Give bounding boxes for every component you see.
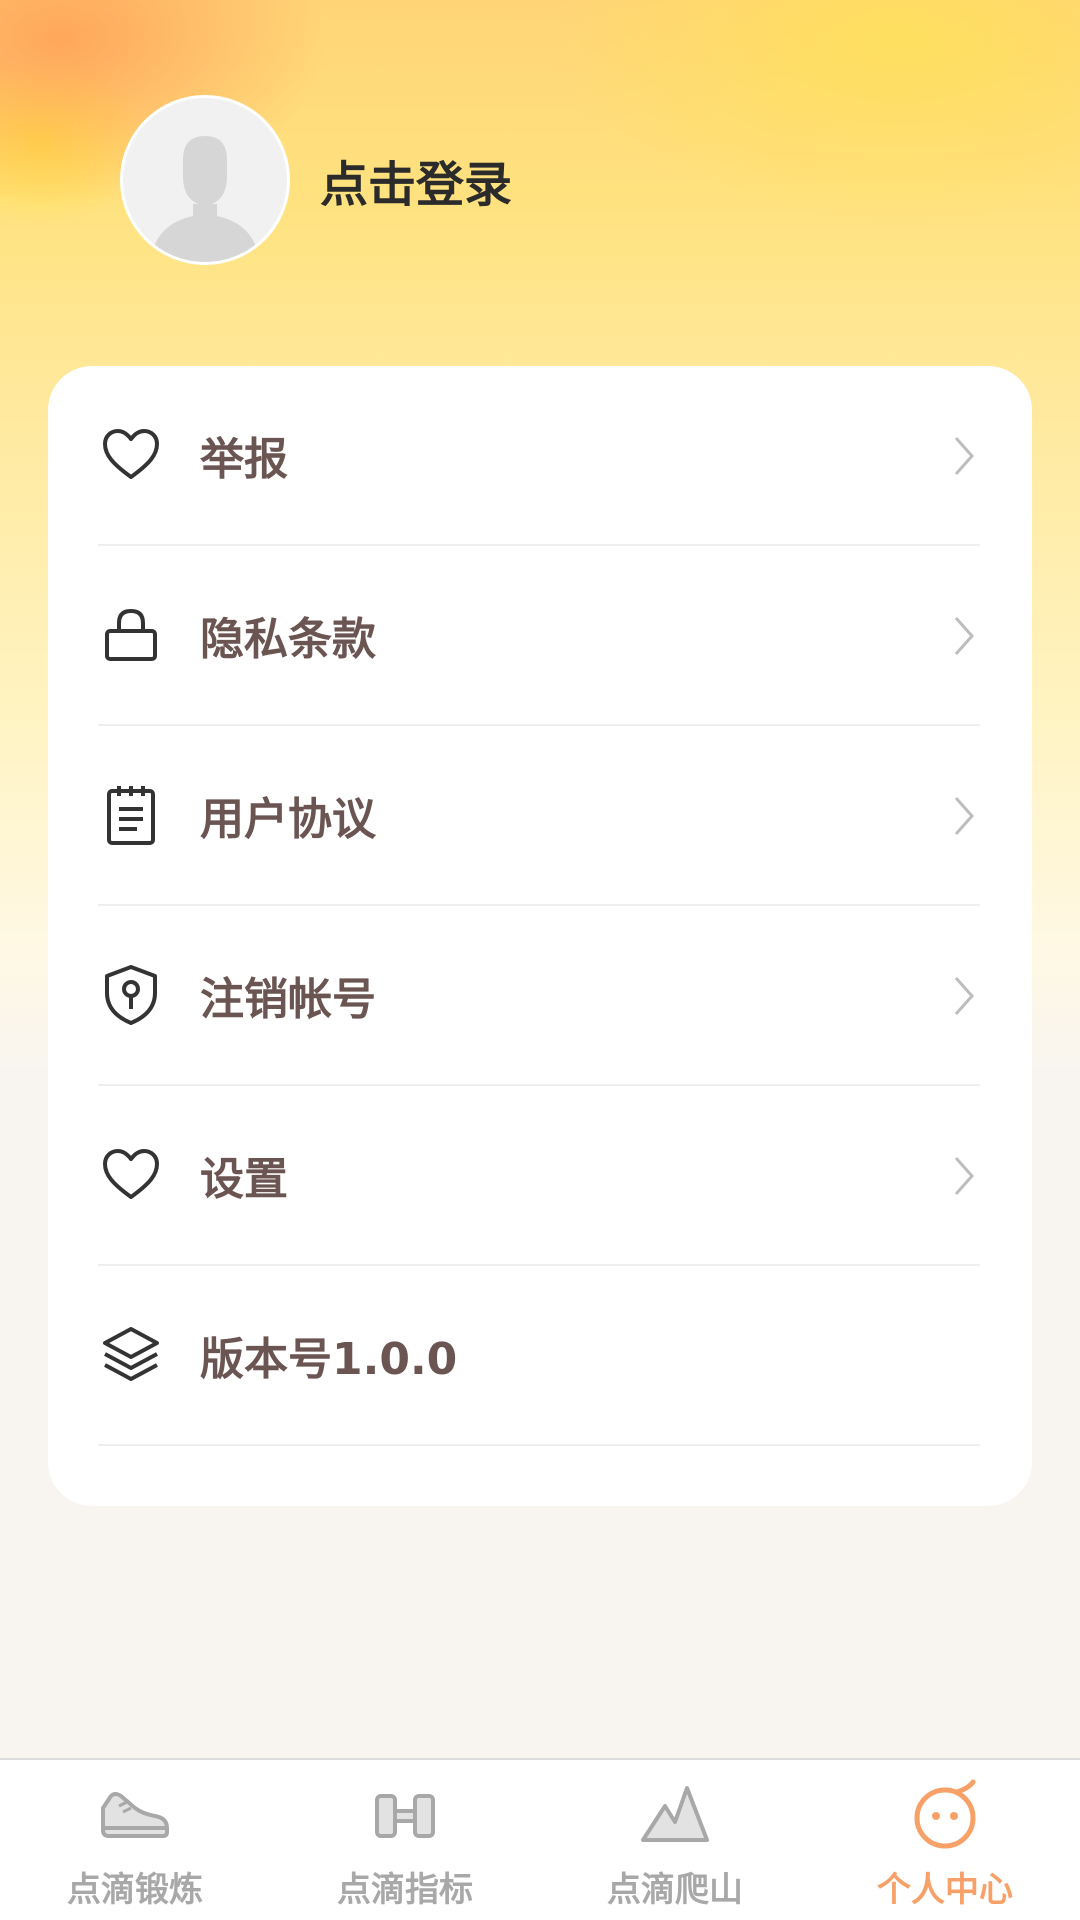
avatar[interactable] bbox=[120, 95, 290, 265]
menu-item-delete-account[interactable]: 注销帐号 bbox=[98, 906, 980, 1086]
smiley-face-icon bbox=[907, 1778, 983, 1854]
menu-item-settings[interactable]: 设置 bbox=[98, 1086, 980, 1266]
menu-item-label: 设置 bbox=[200, 1154, 288, 1205]
menu-item-label: 注销帐号 bbox=[200, 974, 376, 1025]
tab-label: 点滴锻炼 bbox=[67, 1870, 203, 1910]
menu-item-label: 版本号1.0.0 bbox=[200, 1334, 458, 1385]
heart-icon bbox=[98, 1142, 164, 1208]
layers-icon bbox=[98, 1322, 164, 1388]
tab-label: 个人中心 bbox=[877, 1870, 1013, 1910]
mountain-icon bbox=[637, 1778, 713, 1854]
bottom-tab-bar: 点滴锻炼 点滴指标 点滴爬山 个人中心 bbox=[0, 1758, 1080, 1920]
chevron-right-icon bbox=[938, 1150, 990, 1202]
menu-item-version: 版本号1.0.0 bbox=[98, 1266, 980, 1446]
menu-item-label: 用户协议 bbox=[200, 794, 376, 845]
tab-hiking[interactable]: 点滴爬山 bbox=[540, 1760, 810, 1920]
tab-label: 点滴指标 bbox=[337, 1870, 473, 1910]
default-avatar-icon bbox=[155, 136, 255, 262]
tab-personal-center[interactable]: 个人中心 bbox=[810, 1760, 1080, 1920]
tab-label: 点滴爬山 bbox=[607, 1870, 743, 1910]
tab-indicators[interactable]: 点滴指标 bbox=[270, 1760, 540, 1920]
chevron-right-icon bbox=[938, 790, 990, 842]
tab-exercise[interactable]: 点滴锻炼 bbox=[0, 1760, 270, 1920]
login-profile[interactable]: 点击登录 bbox=[120, 95, 512, 265]
chevron-right-icon bbox=[938, 970, 990, 1022]
menu-item-user-agreement[interactable]: 用户协议 bbox=[98, 726, 980, 906]
shield-keyhole-icon bbox=[98, 962, 164, 1028]
chevron-right-icon bbox=[938, 430, 990, 482]
menu-item-privacy[interactable]: 隐私条款 bbox=[98, 546, 980, 726]
menu-item-label: 举报 bbox=[200, 434, 288, 485]
menu-card: 举报 隐私条款 用户协议 注销帐号 设置 版本号1.0.0 bbox=[48, 366, 1032, 1506]
login-label[interactable]: 点击登录 bbox=[320, 145, 512, 215]
heart-icon bbox=[98, 422, 164, 488]
lock-icon bbox=[98, 602, 164, 668]
sneaker-icon bbox=[97, 1778, 173, 1854]
notepad-icon bbox=[98, 782, 164, 848]
menu-item-report[interactable]: 举报 bbox=[98, 366, 980, 546]
chevron-right-icon bbox=[938, 610, 990, 662]
menu-item-label: 隐私条款 bbox=[200, 614, 376, 665]
dumbbell-icon bbox=[367, 1778, 443, 1854]
